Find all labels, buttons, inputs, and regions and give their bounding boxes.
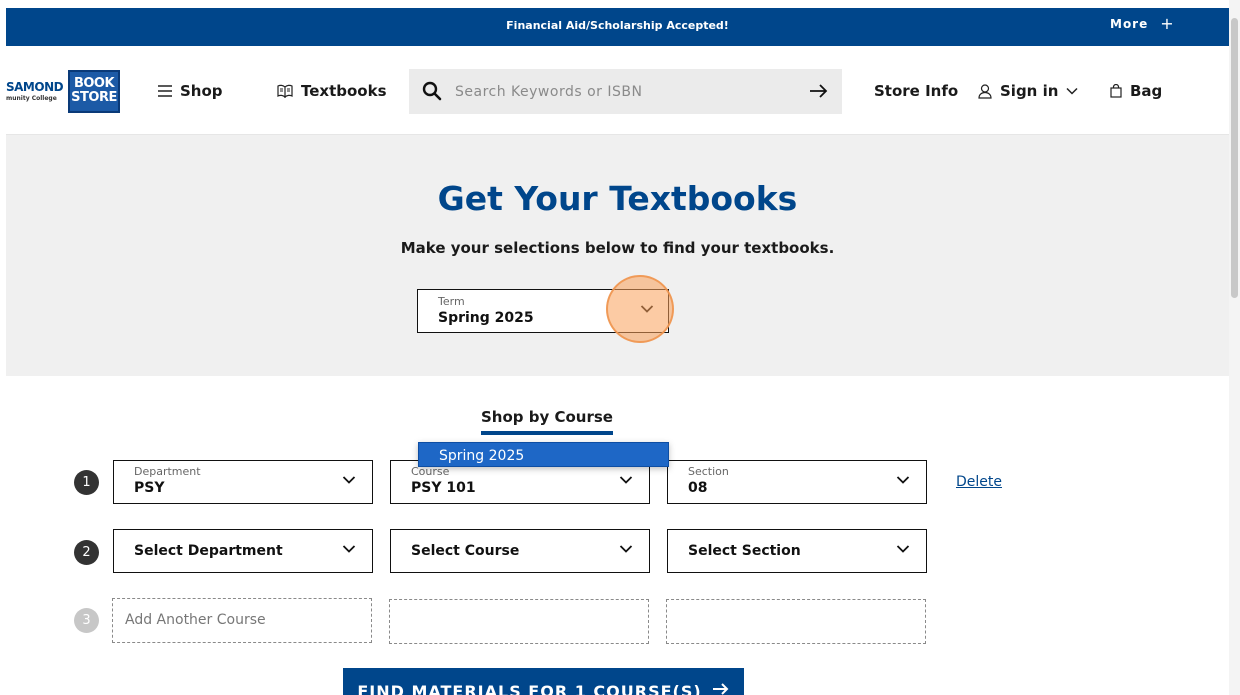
find-materials-label: FIND MATERIALS FOR 1 COURSE(S) [357, 682, 702, 695]
logo-line-2: STORE [71, 90, 117, 105]
shop-menu-button[interactable]: Shop [158, 82, 223, 100]
chevron-down-icon [896, 545, 910, 553]
textbooks-link[interactable]: Textbooks [277, 82, 387, 100]
search-bar [409, 69, 842, 114]
plus-icon: + [1160, 14, 1175, 33]
bookstore-logo[interactable]: BOOK STORE [68, 70, 120, 113]
chevron-down-icon [896, 476, 910, 484]
section-placeholder: Select Section [688, 543, 801, 559]
site-header: SAMOND munity College BOOK STORE Shop Te… [6, 46, 1229, 135]
logo-school-sub: munity College [6, 95, 57, 102]
promo-text[interactable]: Financial Aid/Scholarship Accepted! [6, 19, 1229, 32]
textbooks-label: Textbooks [301, 82, 387, 100]
scrollbar-thumb[interactable] [1231, 18, 1238, 298]
hero-section: Get Your Textbooks Make your selections … [6, 135, 1229, 376]
store-info-link[interactable]: Store Info [874, 82, 958, 100]
add-course-course-slot [389, 599, 649, 644]
arrow-right-icon [712, 683, 729, 695]
department-value: PSY [134, 480, 165, 496]
tab-shop-by-course[interactable]: Shop by Course [481, 408, 613, 435]
section-value: 08 [688, 480, 708, 496]
user-icon [978, 83, 992, 99]
chevron-down-icon [619, 545, 633, 553]
page-title: Get Your Textbooks [437, 179, 798, 218]
search-icon [422, 81, 442, 101]
logo-school-name: SAMOND [6, 80, 64, 94]
search-input[interactable] [455, 69, 795, 114]
delete-course-link[interactable]: Delete [956, 474, 1002, 490]
course-value: PSY 101 [411, 480, 476, 496]
add-course-section-slot [666, 599, 926, 644]
shop-label: Shop [180, 82, 223, 100]
book-open-icon [277, 84, 293, 98]
row-number-2: 2 [74, 540, 99, 565]
term-value: Spring 2025 [438, 310, 534, 326]
chevron-down-icon [342, 476, 356, 484]
more-label: More [1110, 17, 1149, 31]
add-course-field [112, 598, 372, 643]
bag-icon [1110, 84, 1122, 98]
department-select[interactable]: Select Department [113, 529, 373, 573]
page-subtitle: Make your selections below to find your … [400, 239, 835, 257]
section-label: Section [688, 465, 729, 478]
promo-bar: Financial Aid/Scholarship Accepted! More… [6, 8, 1229, 46]
department-placeholder: Select Department [134, 543, 283, 559]
school-logo[interactable]: SAMOND munity College [6, 80, 64, 104]
logo-line-1: BOOK [73, 76, 115, 91]
row-number-3: 3 [74, 608, 99, 633]
chevron-down-icon [1066, 87, 1078, 95]
term-option[interactable]: Spring 2025 [439, 448, 524, 464]
department-select[interactable]: Department PSY [113, 460, 373, 504]
term-select[interactable]: Term Spring 2025 [417, 289, 669, 333]
bag-button[interactable]: Bag [1110, 82, 1162, 100]
find-materials-button[interactable]: FIND MATERIALS FOR 1 COURSE(S) [343, 668, 744, 695]
hamburger-icon [158, 85, 172, 97]
course-placeholder: Select Course [411, 543, 520, 559]
row-number-1: 1 [74, 470, 99, 495]
chevron-down-icon [619, 476, 633, 484]
page-scrollbar[interactable] [1229, 0, 1240, 695]
section-select[interactable]: Section 08 [667, 460, 927, 504]
page: Financial Aid/Scholarship Accepted! More… [0, 0, 1240, 695]
term-dropdown-list: Spring 2025 [418, 442, 669, 467]
store-info-label: Store Info [874, 82, 959, 100]
department-label: Department [134, 465, 201, 478]
more-button[interactable]: More + [1110, 14, 1175, 33]
sign-in-button[interactable]: Sign in [978, 82, 1078, 100]
section-select[interactable]: Select Section [667, 529, 927, 573]
sign-in-label: Sign in [1000, 82, 1059, 100]
bag-label: Bag [1130, 82, 1163, 100]
chevron-down-icon [342, 545, 356, 553]
arrow-right-icon[interactable] [809, 82, 829, 100]
term-label: Term [438, 295, 465, 308]
add-course-input[interactable] [125, 599, 355, 641]
chevron-down-icon [640, 305, 654, 313]
course-select[interactable]: Select Course [390, 529, 650, 573]
